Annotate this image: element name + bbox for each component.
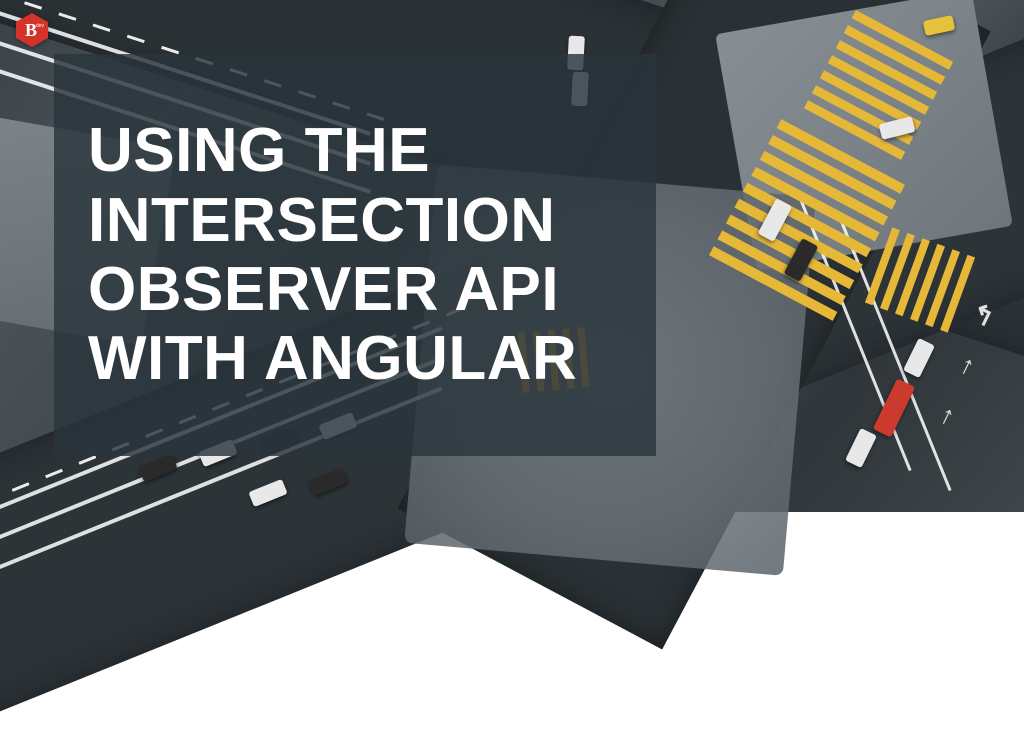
- title-line: USING THE: [88, 116, 430, 185]
- article-title: USING THE INTERSECTION OBSERVER API WITH…: [88, 116, 577, 394]
- title-overlay-panel: USING THE INTERSECTION OBSERVER API WITH…: [54, 54, 656, 456]
- vehicle: [845, 428, 877, 468]
- road-arrow-icon: ↑: [955, 349, 980, 383]
- logo-suffix: dev: [36, 23, 45, 29]
- title-line: INTERSECTION: [88, 186, 556, 255]
- title-line: OBSERVER API: [88, 255, 559, 324]
- road-arrow-icon: ↑: [935, 399, 960, 433]
- vehicle-truck: [873, 378, 916, 437]
- brand-logo: B dev: [14, 12, 50, 48]
- title-line: WITH ANGULAR: [88, 324, 577, 393]
